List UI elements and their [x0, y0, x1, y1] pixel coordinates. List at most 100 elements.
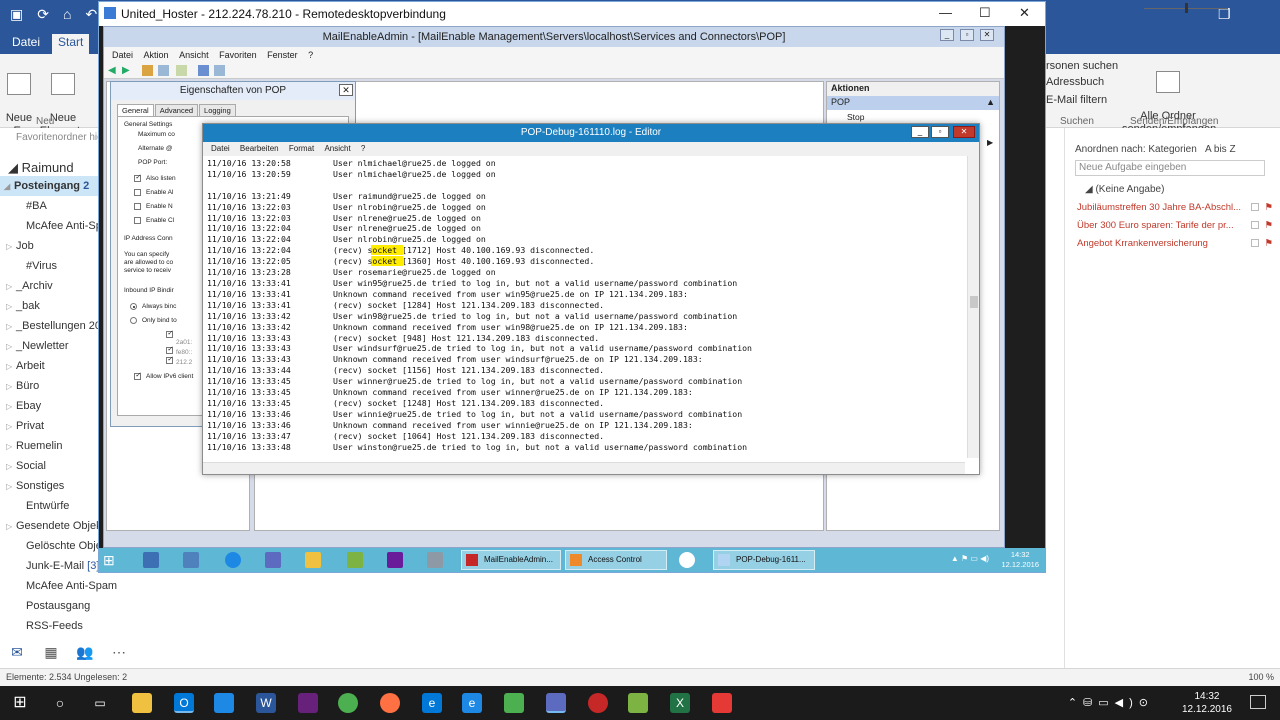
search-people-field[interactable]: rsonen suchen [1046, 60, 1118, 73]
menu-fenster[interactable]: Fenster [267, 50, 298, 60]
minimize-icon[interactable]: — [939, 5, 952, 20]
more-icon[interactable]: ⋯ [102, 644, 136, 661]
maximize-icon[interactable]: ☐ [979, 5, 991, 21]
folder-item[interactable]: Postausgang [0, 596, 150, 616]
console-tree-icon[interactable] [158, 65, 169, 76]
horizontal-scrollbar[interactable] [203, 462, 965, 474]
clock-app-icon[interactable] [679, 552, 695, 568]
expand-icon[interactable]: ▷ [6, 437, 16, 456]
expand-icon[interactable]: ▷ [6, 317, 16, 336]
menu-format[interactable]: Format [289, 144, 314, 153]
ip-fe80-checkbox[interactable] [166, 345, 173, 354]
task-item[interactable]: Jubiläumstreffen 30 Jahre BA-Abschl... ⚑ [1077, 202, 1273, 213]
menu-favoriten[interactable]: Favoriten [219, 50, 257, 60]
mmc-minimize-icon[interactable]: _ [940, 29, 954, 41]
taskbar-notepad-button[interactable]: POP-Debug-1611... [713, 550, 815, 570]
expand-icon[interactable]: ▷ [6, 417, 16, 436]
task-item[interactable]: Angebot Krrankenversicherung ⚑ [1077, 238, 1273, 249]
internet-explorer-icon[interactable]: e [462, 693, 482, 713]
notification-icon[interactable] [1250, 695, 1266, 709]
menu-bearbeiten[interactable]: Bearbeiten [240, 144, 279, 153]
expand-icon[interactable]: ▷ [6, 337, 16, 356]
system-tray-icons[interactable]: ⌃⛁▭◀)⊙ [1068, 696, 1154, 709]
submenu-arrow-icon[interactable]: ▶ [987, 138, 993, 147]
tab-logging[interactable]: Logging [199, 104, 236, 116]
close-icon[interactable]: ✕ [1019, 5, 1030, 21]
server-manager-icon[interactable] [143, 552, 159, 568]
android-icon[interactable] [504, 693, 524, 713]
only-bind-radio[interactable] [130, 317, 137, 324]
flag-icon[interactable]: ⚑ [1264, 220, 1273, 231]
notepad-title[interactable]: POP-Debug-161110.log - Editor [203, 124, 979, 142]
menu-ansicht[interactable]: Ansicht [179, 50, 209, 60]
folder-item[interactable]: McAfee Anti-Spam [0, 576, 150, 596]
app-icon[interactable] [712, 693, 732, 713]
powershell-icon[interactable] [183, 552, 199, 568]
menu-help[interactable]: ? [308, 50, 313, 60]
expand-icon[interactable]: ▷ [6, 397, 16, 416]
word-icon[interactable]: W [256, 693, 276, 713]
ip-2a01-checkbox[interactable] [166, 329, 173, 338]
notepad-close-icon[interactable]: ✕ [953, 126, 975, 138]
explorer-icon[interactable] [305, 552, 321, 568]
show-hide-icon[interactable] [214, 65, 225, 76]
system-tray-icons[interactable]: ▲ ⚑ ▭ ◀) [951, 554, 989, 563]
expand-icon[interactable]: ▷ [6, 277, 16, 296]
task-sort-label[interactable]: A bis Z [1205, 144, 1236, 155]
menu-datei[interactable]: Datei [211, 144, 230, 153]
undo-icon[interactable]: ↶ [85, 6, 97, 23]
task-checkbox[interactable] [1251, 203, 1259, 211]
calendar-icon[interactable]: ▦ [34, 644, 68, 661]
chrome-icon[interactable] [338, 693, 358, 713]
firefox-icon[interactable] [380, 693, 400, 713]
allow-ipv6-checkbox[interactable] [134, 371, 141, 380]
record-icon[interactable] [588, 693, 608, 713]
expand-icon[interactable]: ▷ [6, 357, 16, 376]
new-task-input[interactable]: Neue Aufgabe eingeben [1075, 160, 1265, 176]
task-arrange-label[interactable]: Anordnen nach: Kategorien [1075, 144, 1197, 155]
folder-item[interactable]: RSS-Feeds [0, 616, 150, 636]
expand-icon[interactable]: ◢ [4, 177, 14, 196]
mmc-maximize-icon[interactable]: ▫ [960, 29, 974, 41]
expand-icon[interactable]: ▷ [6, 377, 16, 396]
tab-start[interactable]: Start [52, 34, 90, 54]
tab-advanced[interactable]: Advanced [154, 104, 199, 116]
notepad-minimize-icon[interactable]: _ [911, 126, 929, 138]
remote-clock[interactable]: 14:32 12.12.2016 [1001, 550, 1039, 570]
menu-datei[interactable]: Datei [112, 50, 133, 60]
internet-explorer-icon[interactable] [225, 552, 241, 568]
task-item[interactable]: Über 300 Euro sparen: Tarife der pr... ⚑ [1077, 220, 1273, 231]
help-icon[interactable] [198, 65, 209, 76]
tab-general[interactable]: General [117, 104, 154, 116]
enable-n-checkbox[interactable] [134, 203, 141, 210]
account-name[interactable]: ◢ Raimund [8, 160, 74, 176]
menu-ansicht[interactable]: Ansicht [324, 144, 350, 153]
rdp-title-bar[interactable]: United_Hoster - 212.224.78.210 - Remoted… [99, 2, 1045, 26]
windows-start-icon[interactable]: ⊞ [103, 552, 115, 569]
download-icon[interactable] [628, 693, 648, 713]
actions-section-pop[interactable]: POP ▲ [827, 96, 999, 110]
send-receive-icon[interactable]: ⟳ [37, 6, 49, 23]
expand-icon[interactable]: ▷ [6, 457, 16, 476]
expand-icon[interactable]: ▷ [6, 517, 16, 536]
excel-icon[interactable]: X [670, 693, 690, 713]
vertical-scrollbar[interactable] [967, 156, 979, 458]
flag-icon[interactable]: ⚑ [1264, 238, 1273, 249]
zoom-slider-handle[interactable] [1185, 3, 1188, 13]
tab-datei[interactable]: Datei [6, 34, 46, 50]
edge-icon[interactable]: e [422, 693, 442, 713]
mail-icon[interactable]: ✉ [0, 644, 34, 661]
enable-c-checkbox[interactable] [134, 217, 141, 224]
properties-close-icon[interactable]: ✕ [339, 84, 353, 96]
task-checkbox[interactable] [1251, 221, 1259, 229]
task-view-icon[interactable]: ▭ [90, 693, 110, 713]
notepad-maximize-icon[interactable]: ▫ [931, 126, 949, 138]
taskbar-mailenable-button[interactable]: MailEnableAdmin... [461, 550, 561, 570]
taskbar-access-control-button[interactable]: Access Control [565, 550, 667, 570]
scrollbar-thumb[interactable] [970, 296, 978, 308]
menu-aktion[interactable]: Aktion [144, 50, 169, 60]
folder-icon[interactable] [142, 65, 153, 76]
expand-icon[interactable]: ▷ [6, 477, 16, 496]
visual-studio-icon[interactable] [298, 693, 318, 713]
notepad-text-area[interactable]: 11/10/16 13:20:58 User nlmichael@rue25.de… [207, 158, 963, 464]
